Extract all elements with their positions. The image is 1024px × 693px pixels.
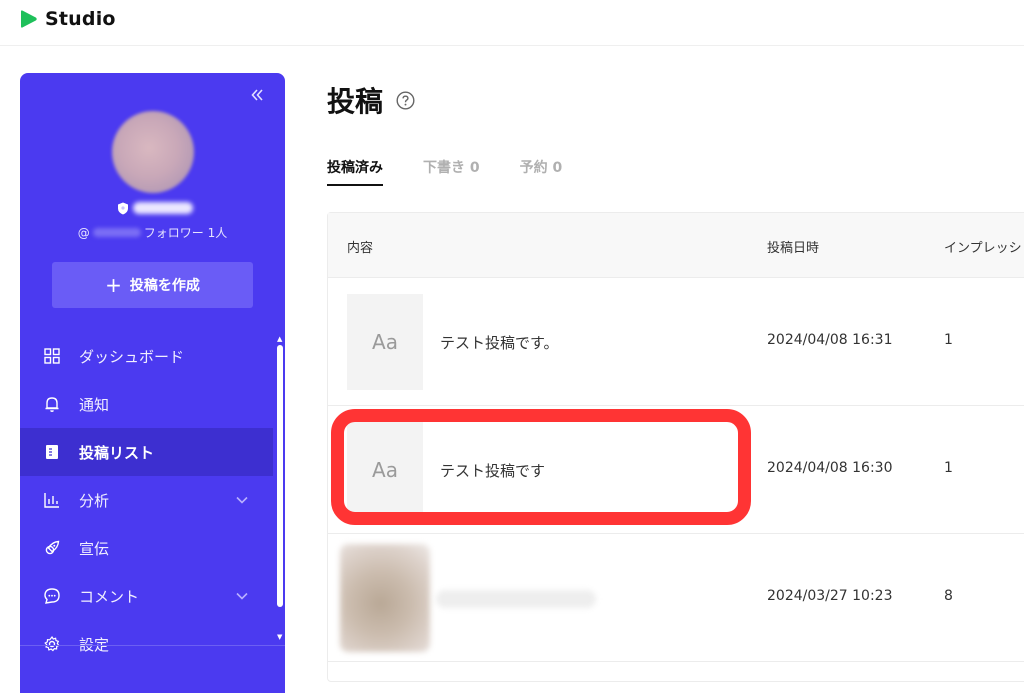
scrollbar-thumb[interactable] <box>277 345 283 607</box>
sidebar-item-post-list[interactable]: 投稿リスト <box>20 428 273 476</box>
page-title: 投稿 <box>327 85 384 118</box>
redacted-name <box>133 202 193 214</box>
post-thumbnail: Aa <box>347 294 423 390</box>
post-impressions: 8 <box>944 588 953 604</box>
column-header-impressions[interactable]: インプレッシ <box>944 237 1022 256</box>
sidebar-item-label: 設定 <box>79 635 110 654</box>
double-chevron-left-icon[interactable] <box>249 87 265 103</box>
sidebar-item-label: 通知 <box>79 395 110 414</box>
profile-name <box>117 200 193 216</box>
shield-badge-icon <box>118 202 128 214</box>
play-logo-icon <box>21 10 37 28</box>
chevron-down-icon[interactable] <box>235 493 249 507</box>
redacted-post-text[interactable] <box>436 590 596 608</box>
sidebar-item-dashboard[interactable]: ダッシュボード <box>20 332 285 380</box>
post-thumbnail-photo <box>340 544 430 652</box>
column-header-content: 内容 <box>347 241 374 256</box>
sidebar-item-label: 宣伝 <box>79 539 110 558</box>
sidebar-scrollbar[interactable]: ▲ ▼ <box>277 335 283 649</box>
sidebar-item-label: 分析 <box>79 491 110 510</box>
create-post-button[interactable]: + 投稿を作成 <box>52 262 253 308</box>
sidebar-item-settings[interactable]: 設定 <box>20 620 285 668</box>
scroll-down-icon[interactable]: ▼ <box>277 633 282 641</box>
gear-icon <box>44 635 60 652</box>
tab-published[interactable]: 投稿済み <box>327 157 383 186</box>
sidebar-nav: ダッシュボード 通知 投稿リスト 分析 宣伝 コメント 設定 <box>20 332 285 668</box>
column-header-date[interactable]: 投稿日時 <box>767 237 819 256</box>
sidebar-divider <box>20 645 285 646</box>
comment-icon <box>44 588 60 604</box>
sidebar-item-promotion[interactable]: 宣伝 <box>20 524 285 572</box>
studio-logo[interactable]: Studio <box>18 8 116 30</box>
sidebar-item-label: ダッシュボード <box>79 347 185 366</box>
post-date: 2024/04/08 16:30 <box>767 460 893 476</box>
bar-chart-icon <box>44 493 59 508</box>
highlight-annotation <box>331 409 751 525</box>
sidebar-item-notifications[interactable]: 通知 <box>20 380 285 428</box>
grid-icon <box>44 348 60 364</box>
table-row[interactable]: 2024/03/27 10:23 8 <box>328 534 1024 662</box>
redacted-handle <box>92 228 141 237</box>
post-date: 2024/03/27 10:23 <box>767 588 893 604</box>
scroll-up-icon[interactable]: ▲ <box>277 335 282 343</box>
chevron-down-icon[interactable] <box>235 589 249 603</box>
tab-scheduled[interactable]: 予約 0 <box>520 157 563 186</box>
app-name: Studio <box>45 8 116 30</box>
rocket-icon <box>45 540 60 555</box>
create-post-label: 投稿を作成 <box>129 278 200 294</box>
post-impressions: 1 <box>944 460 953 476</box>
handle-prefix: @ <box>77 225 90 240</box>
followers-count: フォロワー 1人 <box>143 226 228 240</box>
top-header: Studio <box>0 0 1024 46</box>
table-header: 内容 投稿日時 インプレッシ <box>328 213 1024 278</box>
sidebar-item-comments[interactable]: コメント <box>20 572 285 620</box>
sidebar-item-label: 投稿リスト <box>79 443 155 462</box>
post-tabs: 投稿済み 下書き 0 予約 0 <box>327 157 602 186</box>
bell-icon <box>45 397 59 412</box>
table-row[interactable]: Aa テスト投稿です。 2024/04/08 16:31 1 <box>328 278 1024 406</box>
post-text[interactable]: テスト投稿です。 <box>440 332 559 353</box>
sidebar-item-analytics[interactable]: 分析 <box>20 476 285 524</box>
document-icon <box>46 445 58 459</box>
profile-meta: @ フォロワー 1人 <box>20 224 285 241</box>
avatar[interactable] <box>112 111 194 193</box>
post-impressions: 1 <box>944 332 953 348</box>
sidebar: @ フォロワー 1人 + 投稿を作成 ダッシュボード 通知 投稿リスト 分析 宣… <box>20 73 285 693</box>
sidebar-item-label: コメント <box>79 587 140 606</box>
tab-drafts[interactable]: 下書き 0 <box>423 157 480 186</box>
help-icon[interactable] <box>396 91 415 110</box>
plus-icon: + <box>105 273 122 297</box>
post-date: 2024/04/08 16:31 <box>767 332 893 348</box>
